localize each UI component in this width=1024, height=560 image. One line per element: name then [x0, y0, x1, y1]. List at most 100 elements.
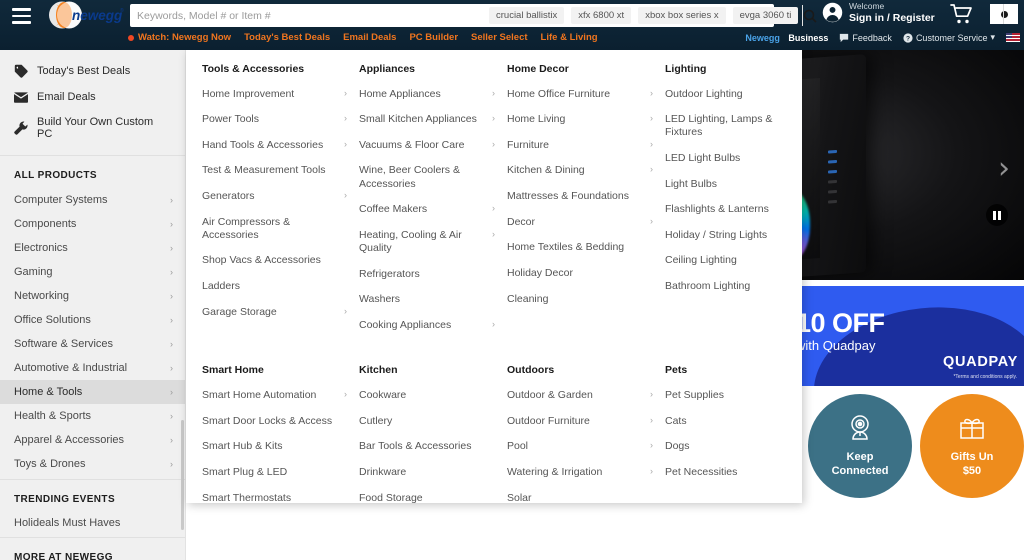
flyout-link-test-measurement-tools[interactable]: Test & Measurement Tools	[202, 164, 347, 177]
sidebar-quick-link-build-your-own-custom-pc[interactable]: Build Your Own Custom PC	[0, 110, 185, 146]
flyout-link-ladders[interactable]: Ladders	[202, 280, 347, 293]
flyout-link-small-kitchen-appliances[interactable]: Small Kitchen Appliances›	[359, 113, 495, 126]
flyout-link-watering-irrigation[interactable]: Watering & Irrigation›	[507, 466, 653, 479]
sidebar-item-automotive-industrial[interactable]: Automotive & Industrial›	[0, 356, 185, 380]
flyout-link-generators[interactable]: Generators›	[202, 190, 347, 203]
sidebar-quick-link-today-s-best-deals[interactable]: Today's Best Deals	[0, 58, 185, 84]
flyout-link-furniture[interactable]: Furniture›	[507, 139, 653, 152]
carousel-next-arrow-icon[interactable]: ›	[998, 154, 1010, 184]
flyout-link-refrigerators[interactable]: Refrigerators	[359, 268, 495, 281]
flyout-link-led-lighting-lamps-fixtures[interactable]: LED Lighting, Lamps & Fixtures›	[665, 113, 802, 139]
us-flag-icon[interactable]	[1006, 33, 1020, 42]
flyout-link-dogs[interactable]: Dogs›	[665, 440, 802, 453]
left-category-sidebar[interactable]: Today's Best DealsEmail DealsBuild Your …	[0, 50, 186, 560]
nav-link-email-deals[interactable]: Email Deals	[343, 32, 396, 43]
flyout-link-hand-tools-accessories[interactable]: Hand Tools & Accessories›	[202, 139, 347, 152]
nav-link-pc-builder[interactable]: PC Builder	[409, 32, 458, 43]
newegg-logo[interactable]: newegg ®	[42, 1, 126, 29]
sidebar-item-gaming[interactable]: Gaming›	[0, 260, 185, 284]
sidebar-trending-item[interactable]: Holideals Must Haves	[0, 512, 185, 534]
promo-tile-gifts-under-50[interactable]: Gifts Un $50	[920, 394, 1024, 498]
sidebar-scrollbar[interactable]	[181, 420, 184, 530]
flyout-link-mattresses-foundations[interactable]: Mattresses & Foundations	[507, 190, 653, 203]
carousel-pause-button[interactable]	[986, 204, 1008, 226]
flyout-link-smart-thermostats[interactable]: Smart Thermostats	[202, 492, 347, 503]
flyout-link-air-compressors-accessories[interactable]: Air Compressors & Accessories	[202, 216, 347, 242]
flyout-link-outdoor-garden[interactable]: Outdoor & Garden›	[507, 389, 653, 402]
flyout-link-led-light-bulbs[interactable]: LED Light Bulbs	[665, 152, 802, 165]
newegg-business-link[interactable]: Newegg Business	[745, 33, 828, 43]
flyout-link-solar[interactable]: Solar	[507, 492, 653, 503]
flyout-link-smart-home-automation[interactable]: Smart Home Automation›	[202, 389, 347, 402]
flyout-link-smart-door-locks-access[interactable]: Smart Door Locks & Access	[202, 415, 347, 428]
nav-link-life-living[interactable]: Life & Living	[541, 32, 598, 43]
flyout-link-food-storage[interactable]: Food Storage	[359, 492, 495, 503]
feedback-link[interactable]: Feedback	[839, 33, 892, 43]
flyout-link-shop-vacs-accessories[interactable]: Shop Vacs & Accessories	[202, 254, 347, 267]
sidebar-item-apparel-accessories[interactable]: Apparel & Accessories›	[0, 428, 185, 452]
flyout-link-ceiling-lighting[interactable]: Ceiling Lighting›	[665, 254, 802, 267]
flyout-link-holiday-string-lights[interactable]: Holiday / String Lights	[665, 229, 802, 242]
flyout-link-smart-plug-led[interactable]: Smart Plug & LED	[202, 466, 347, 479]
sidebar-item-toys-drones[interactable]: Toys & Drones›	[0, 452, 185, 476]
flyout-link-garage-storage[interactable]: Garage Storage›	[202, 306, 347, 319]
flyout-link-smart-hub-kits[interactable]: Smart Hub & Kits	[202, 440, 347, 453]
flyout-link-heating-cooling-air-quality[interactable]: Heating, Cooling & Air Quality›	[359, 229, 495, 255]
sidebar-item-health-sports[interactable]: Health & Sports›	[0, 404, 185, 428]
flyout-link-bar-tools-accessories[interactable]: Bar Tools & Accessories	[359, 440, 495, 453]
flyout-link-pet-supplies[interactable]: Pet Supplies›	[665, 389, 802, 402]
sidebar-item-computer-systems[interactable]: Computer Systems›	[0, 188, 185, 212]
promo-tile-keep-connected[interactable]: Keep Connected	[808, 394, 912, 498]
flyout-link-power-tools[interactable]: Power Tools›	[202, 113, 347, 126]
search-bar[interactable]: crucial ballistix xfx 6800 xt xbox box ser…	[130, 4, 774, 27]
flyout-link-outdoor-furniture[interactable]: Outdoor Furniture›	[507, 415, 653, 428]
flyout-link-cooking-appliances[interactable]: Cooking Appliances›	[359, 319, 495, 332]
flyout-link-kitchen-dining[interactable]: Kitchen & Dining›	[507, 164, 653, 177]
sidebar-item-home-tools[interactable]: Home & Tools›	[0, 380, 185, 404]
nav-link-today-s-best-deals[interactable]: Today's Best Deals	[244, 32, 330, 43]
flyout-link-vacuums-floor-care[interactable]: Vacuums & Floor Care›	[359, 139, 495, 152]
flyout-link-light-bulbs[interactable]: Light Bulbs›	[665, 178, 802, 191]
customer-service-link[interactable]: ? Customer Service ▾	[903, 32, 995, 43]
sidebar-item-office-solutions[interactable]: Office Solutions›	[0, 308, 185, 332]
search-suggestion-chip[interactable]: crucial ballistix	[489, 7, 564, 24]
search-suggestion-chip[interactable]: evga 3060 ti	[733, 7, 799, 24]
flyout-link-cookware[interactable]: Cookware	[359, 389, 495, 402]
flyout-link-home-living[interactable]: Home Living›	[507, 113, 653, 126]
search-suggestion-chip[interactable]: xfx 6800 xt	[571, 7, 631, 24]
sidebar-item-networking[interactable]: Networking›	[0, 284, 185, 308]
hamburger-menu-icon[interactable]	[6, 2, 36, 30]
sidebar-item-components[interactable]: Components›	[0, 212, 185, 236]
flyout-link-coffee-makers[interactable]: Coffee Makers›	[359, 203, 495, 216]
nav-link-watch-newegg-now[interactable]: Watch: Newegg Now	[128, 32, 231, 43]
quadpay-promo-banner[interactable]: 10 OFF with Quadpay QUADPAY *Terms and c…	[802, 286, 1024, 386]
sign-in-register-button[interactable]: Welcome Sign in / Register	[822, 2, 935, 24]
flyout-link-bathroom-lighting[interactable]: Bathroom Lighting	[665, 280, 802, 293]
flyout-link-home-office-furniture[interactable]: Home Office Furniture›	[507, 88, 653, 101]
sidebar-item-electronics[interactable]: Electronics›	[0, 236, 185, 260]
flyout-link-cats[interactable]: Cats›	[665, 415, 802, 428]
flyout-link-cleaning[interactable]: Cleaning	[507, 293, 653, 306]
flyout-link-wine-beer-coolers-accessories[interactable]: Wine, Beer Coolers & Accessories	[359, 164, 495, 190]
sidebar-quick-link-email-deals[interactable]: Email Deals	[0, 84, 185, 110]
flyout-link-pet-necessities[interactable]: Pet Necessities›	[665, 466, 802, 479]
search-suggestion-chip[interactable]: xbox box series x	[638, 7, 725, 24]
country-flag-selector-icon[interactable]	[990, 4, 1018, 24]
hero-carousel-slide[interactable]: ›	[802, 50, 1024, 280]
search-input[interactable]	[137, 5, 489, 26]
flyout-link-pool[interactable]: Pool›	[507, 440, 653, 453]
nav-link-seller-select[interactable]: Seller Select	[471, 32, 528, 43]
flyout-link-cutlery[interactable]: Cutlery	[359, 415, 495, 428]
flyout-link-washers[interactable]: Washers	[359, 293, 495, 306]
flyout-link-drinkware[interactable]: Drinkware	[359, 466, 495, 479]
sidebar-item-software-services[interactable]: Software & Services›	[0, 332, 185, 356]
flyout-link-decor[interactable]: Decor›	[507, 216, 653, 229]
flyout-link-home-textiles-bedding[interactable]: Home Textiles & Bedding	[507, 241, 653, 254]
flyout-link-holiday-decor[interactable]: Holiday Decor	[507, 267, 653, 280]
flyout-link-outdoor-lighting[interactable]: Outdoor Lighting›	[665, 88, 802, 101]
search-icon[interactable]	[802, 5, 817, 26]
flyout-link-home-appliances[interactable]: Home Appliances›	[359, 88, 495, 101]
flyout-link-home-improvement[interactable]: Home Improvement›	[202, 88, 347, 101]
shopping-cart-icon[interactable]	[950, 3, 974, 25]
flyout-link-flashlights-lanterns[interactable]: Flashlights & Lanterns	[665, 203, 802, 216]
